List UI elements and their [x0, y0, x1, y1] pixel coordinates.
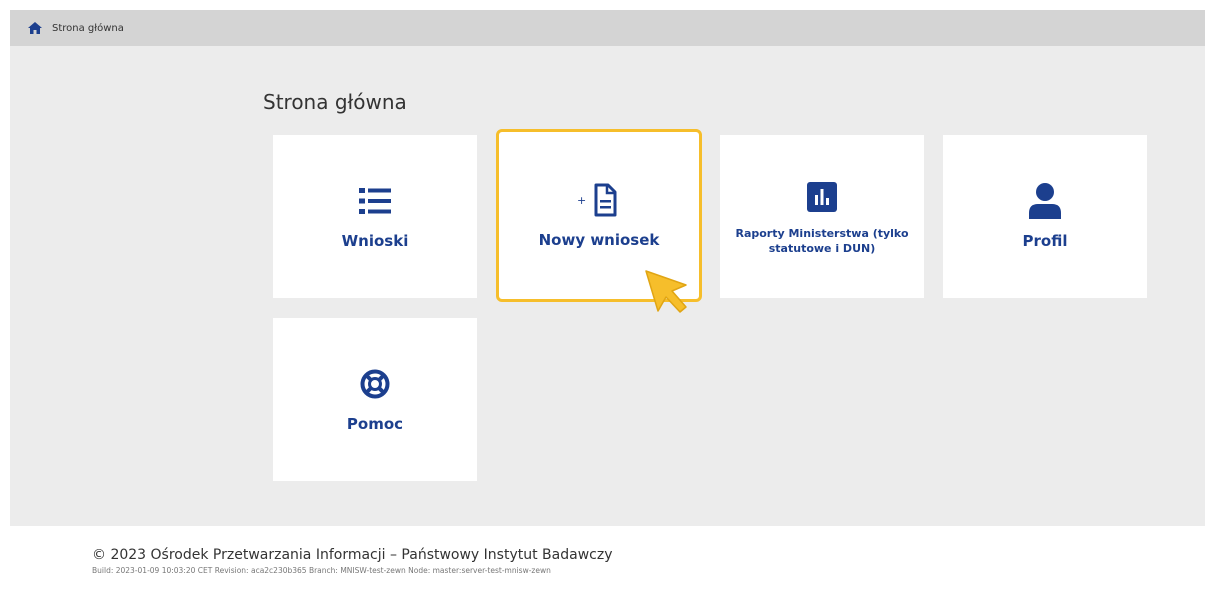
tile-wnioski[interactable]: Wnioski	[273, 135, 477, 298]
user-icon	[1029, 183, 1061, 220]
svg-text:+: +	[577, 194, 586, 207]
tile-label: Wnioski	[341, 232, 409, 251]
tile-label: Profil	[1022, 232, 1068, 251]
breadcrumb: Strona główna	[10, 10, 1205, 46]
breadcrumb-item-home[interactable]: Strona główna	[52, 23, 124, 34]
tile-label: Raporty Ministerstwa (tylko statutowe i …	[735, 226, 909, 255]
footer: © 2023 Ośrodek Przetwarzania Informacji …	[92, 547, 612, 575]
tile-raporty[interactable]: Raporty Ministerstwa (tylko statutowe i …	[720, 135, 924, 298]
main-area: Strona główna Strona główna Wnioski + No…	[10, 10, 1205, 526]
tile-label: Nowy wniosek	[538, 231, 660, 250]
home-icon[interactable]	[28, 22, 42, 34]
footer-copyright: © 2023 Ośrodek Przetwarzania Informacji …	[92, 547, 613, 563]
tile-profil[interactable]: Profil	[943, 135, 1147, 298]
cursor-arrow-icon	[645, 270, 687, 313]
page-title: Strona główna	[263, 90, 407, 114]
footer-build-info: Build: 2023-01-09 10:03:20 CET Revision:…	[92, 566, 551, 575]
new-document-icon: +	[577, 183, 617, 217]
list-icon	[359, 188, 391, 215]
tile-label: Pomoc	[346, 415, 404, 434]
life-ring-icon	[360, 369, 390, 399]
bar-chart-icon	[807, 181, 837, 212]
tile-pomoc[interactable]: Pomoc	[273, 318, 477, 481]
